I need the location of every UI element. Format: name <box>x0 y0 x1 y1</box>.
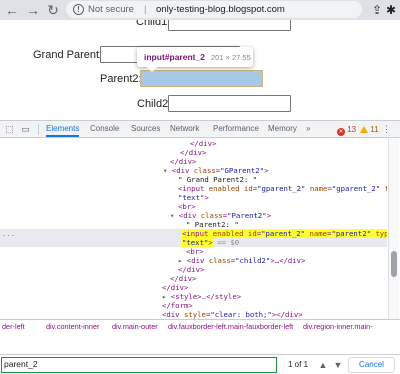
dom-node[interactable]: </div> <box>0 283 387 292</box>
tooltip-size: 201 × 27.55 <box>210 53 251 62</box>
back-arrow-icon[interactable]: ← <box>3 1 21 19</box>
dom-node[interactable]: </div> <box>0 157 387 166</box>
forward-arrow-icon[interactable]: → <box>24 1 42 19</box>
inspect-element-icon[interactable]: ⬚ <box>4 124 15 135</box>
tab-console[interactable]: Console <box>90 121 119 137</box>
tab-performance[interactable]: Performance <box>213 121 259 137</box>
dom-node-continuation[interactable]: "text"> <box>0 193 387 202</box>
breadcrumb-item[interactable]: div.region-inner.main- <box>303 320 373 333</box>
tab-divider <box>38 124 39 135</box>
dom-node-child2[interactable]: ▸ <div class="child2">…</div> <box>0 256 387 265</box>
search-match-count: 1 of 1 <box>288 360 309 369</box>
error-icon: ✕ <box>337 128 345 136</box>
reload-icon[interactable]: ↻ <box>44 1 62 19</box>
child1-label: Child1: <box>136 20 171 28</box>
devtools-tab-bar: ⬚ ▭ Elements Console Sources Network Per… <box>0 121 400 138</box>
scrollbar-thumb[interactable] <box>391 251 397 277</box>
tab-network[interactable]: Network <box>170 121 199 137</box>
warning-icon[interactable]: ! <box>73 4 84 15</box>
tab-sources[interactable]: Sources <box>131 121 160 137</box>
dom-tree: </div> </div> </div> ▾ <div class="GPare… <box>0 139 387 319</box>
tab-elements[interactable]: Elements <box>46 121 80 137</box>
child1-input[interactable] <box>168 20 291 31</box>
extensions-icon[interactable]: ✱ <box>382 1 400 19</box>
security-label[interactable]: Not secure <box>88 1 134 18</box>
dom-node[interactable]: </div> <box>0 274 387 283</box>
parent2-input-highlighted[interactable] <box>140 70 263 87</box>
url-text[interactable]: only-testing-blog.blogspot.com <box>156 1 285 18</box>
grand-parent2-label: Grand Parent2: <box>33 49 109 61</box>
collapse-triangle-icon[interactable]: ▸ <box>178 256 187 265</box>
node-actions-ellipsis[interactable]: ... <box>2 229 15 238</box>
dom-search-bar: parent_2 1 of 1 ▲ ▼ Cancel <box>0 354 400 374</box>
previous-match-icon[interactable]: ▲ <box>316 358 330 372</box>
dom-search-input[interactable]: parent_2 <box>1 357 277 373</box>
more-options-icon[interactable]: ⋮ <box>381 124 392 135</box>
child2-input[interactable] <box>168 95 291 112</box>
dom-text-node[interactable]: " Parent2: " <box>0 220 387 229</box>
tooltip-selector: input#parent_2 <box>144 52 205 62</box>
dom-text-node[interactable]: " Grand Parent2: " <box>0 175 387 184</box>
browser-toolbar: ← → ↻ ! Not secure | only-testing-blog.b… <box>0 0 400 20</box>
breadcrumb-item[interactable]: der-left <box>2 320 25 333</box>
error-count: 13 <box>347 125 357 134</box>
tab-memory[interactable]: Memory <box>268 121 297 137</box>
dom-node-gparent2[interactable]: ▾ <div class="GParent2"> <box>0 166 387 175</box>
warning-triangle-icon <box>360 126 368 133</box>
address-bar[interactable]: ! Not secure | only-testing-blog.blogspo… <box>66 1 362 18</box>
devtools-panel: ⬚ ▭ Elements Console Sources Network Per… <box>0 120 400 374</box>
breadcrumb-item[interactable]: div.content-inner <box>46 320 99 333</box>
dom-node[interactable]: </div> <box>0 265 387 274</box>
web-page: Child1: Grand Parent2: Parent2: Child2: … <box>0 20 400 120</box>
warning-count: 11 <box>370 125 379 134</box>
next-match-icon[interactable]: ▼ <box>331 358 345 372</box>
dom-node-br[interactable]: <br> <box>0 202 387 211</box>
dom-node[interactable]: </div> <box>0 148 387 157</box>
expand-triangle-icon[interactable]: ▾ <box>170 211 179 220</box>
warning-count-badge[interactable]: 11 <box>360 125 379 134</box>
breadcrumb-item[interactable]: div.main-outer <box>112 320 158 333</box>
expand-triangle-icon[interactable]: ▾ <box>163 166 172 175</box>
breadcrumb-item[interactable]: div.fauxborder-left.main-fauxborder-left <box>168 320 293 333</box>
dom-node-form-close[interactable]: </form> <box>0 301 387 310</box>
more-tabs-button[interactable]: » <box>306 121 310 137</box>
dom-node-clear[interactable]: <div style="clear: both;"></div> <box>0 310 387 319</box>
dom-node-gparent-input[interactable]: <input enabled id="gparent_2" name="gpar… <box>0 184 387 193</box>
search-cancel-button[interactable]: Cancel <box>348 357 395 373</box>
url-separator: | <box>144 4 147 15</box>
dom-node-parent2-input-selected[interactable]: ... <input enabled id="parent_2" name="pa… <box>0 229 387 239</box>
dom-node[interactable]: </div> <box>0 139 387 148</box>
dom-node-parent2[interactable]: ▾ <div class="Parent2"> <box>0 211 387 220</box>
dom-node-continuation-selected[interactable]: "text"> == $0 <box>0 238 387 247</box>
dom-tree-scrollbar[interactable] <box>388 139 399 319</box>
device-toolbar-icon[interactable]: ▭ <box>20 124 31 135</box>
dom-node-br[interactable]: <br> <box>0 247 387 256</box>
breadcrumb: der-left div.content-inner div.main-oute… <box>0 319 400 333</box>
error-count-badge[interactable]: ✕ 13 <box>337 125 356 136</box>
parent2-label: Parent2: <box>100 73 142 85</box>
element-inspector-tooltip: input#parent_2 201 × 27.55 <box>137 47 253 72</box>
child2-label: Child2: <box>137 98 172 110</box>
dom-node-style[interactable]: ▸ <style>…</style> <box>0 292 387 301</box>
